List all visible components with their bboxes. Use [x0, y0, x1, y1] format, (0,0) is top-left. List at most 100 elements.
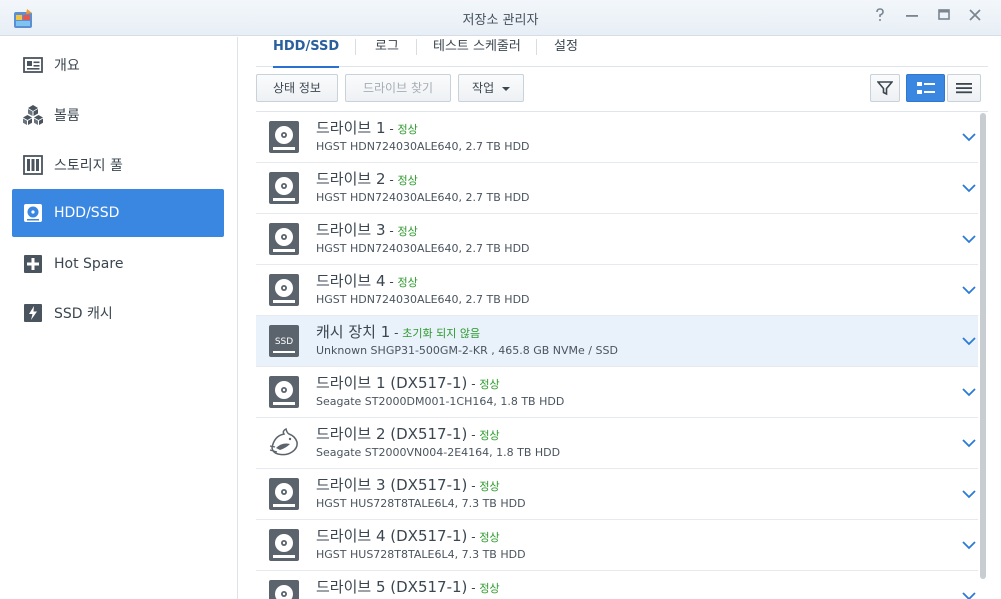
sidebar-item-ssd-cache[interactable]: SSD 캐시 — [12, 289, 224, 337]
chevron-down-icon[interactable] — [960, 587, 978, 599]
drive-status: 정상 — [397, 225, 418, 238]
name-status-separator: - — [467, 428, 480, 442]
drive-name-text: 캐시 장치 1 — [316, 323, 391, 341]
hdd-icon — [268, 120, 300, 154]
minimize-icon[interactable] — [901, 8, 923, 28]
detail-view-icon — [916, 82, 935, 94]
scrollbar[interactable] — [979, 111, 988, 599]
drive-name-text: 드라이브 1 — [316, 119, 386, 137]
tab-test-scheduler[interactable]: 테스트 스케줄러 — [433, 36, 521, 67]
drive-name-text: 드라이브 4 (DX517-1) — [316, 527, 468, 545]
drive-name: 캐시 장치 1 - 초기화 되지 않음 — [316, 321, 480, 342]
storage-pool-icon — [22, 154, 44, 176]
overview-icon — [22, 54, 44, 76]
chevron-down-icon[interactable] — [960, 281, 978, 299]
drive-name-text: 드라이브 4 — [316, 272, 386, 290]
title-bar: 저장소 관리자 — [0, 0, 1001, 36]
drive-name-text: 드라이브 3 — [316, 221, 386, 239]
sidebar-item-label: 스토리지 풀 — [54, 158, 123, 174]
drive-name: 드라이브 1 - 정상 — [316, 117, 418, 138]
filter-button[interactable] — [870, 74, 900, 102]
list-view-button[interactable] — [947, 74, 981, 102]
hdd-icon — [268, 579, 300, 599]
hdd-icon — [268, 375, 300, 409]
drive-name: 드라이브 1 (DX517-1) - 정상 — [316, 372, 500, 393]
drive-row[interactable]: 드라이브 5 (DX517-1) - 정상 — [256, 571, 978, 599]
drive-name-text: 드라이브 5 (DX517-1) — [316, 578, 468, 596]
chevron-down-icon[interactable] — [960, 434, 978, 452]
drive-name-text: 드라이브 2 (DX517-1) — [316, 425, 468, 443]
hdd-icon — [268, 273, 300, 307]
tab-bar: HDD/SSD 로그 테스트 스케줄러 설정 — [256, 36, 988, 68]
drive-name: 드라이브 4 (DX517-1) - 정상 — [316, 525, 500, 546]
sidebar-item-hot-spare[interactable]: Hot Spare — [12, 240, 224, 288]
question-mark-icon[interactable] — [869, 8, 891, 28]
window-title: 저장소 관리자 — [462, 13, 539, 28]
chevron-down-icon[interactable] — [960, 383, 978, 401]
ssd-cache-lightning-icon — [22, 302, 44, 324]
drive-row[interactable]: 드라이브 2 - 정상 HGST HDN724030ALE640, 2.7 TB … — [256, 163, 978, 214]
drive-row[interactable]: 드라이브 2 (DX517-1) - 정상 Seagate ST2000VN004… — [256, 418, 978, 469]
drive-description: Seagate ST2000VN004-2E4164, 1.8 TB HDD — [316, 446, 561, 459]
drive-status: 정상 — [479, 582, 500, 595]
hdd-icon — [268, 528, 300, 562]
find-drive-button[interactable]: 드라이브 찾기 — [345, 74, 451, 102]
name-status-separator: - — [467, 530, 480, 544]
sidebar-item-hdd-ssd[interactable]: HDD/SSD — [12, 189, 224, 237]
sidebar-item-label: Hot Spare — [54, 256, 124, 272]
drive-row[interactable]: 드라이브 3 - 정상 HGST HDN724030ALE640, 2.7 TB … — [256, 214, 978, 265]
drive-name-text: 드라이브 2 — [316, 170, 386, 188]
drive-description: HGST HDN724030ALE640, 2.7 TB HDD — [316, 293, 530, 306]
drive-name: 드라이브 2 - 정상 — [316, 168, 418, 189]
tab-divider — [355, 39, 356, 55]
sidebar-item-overview[interactable]: 개요 — [12, 41, 224, 89]
drive-name-text: 드라이브 3 (DX517-1) — [316, 476, 468, 494]
chevron-down-icon[interactable] — [960, 485, 978, 503]
status-info-button[interactable]: 상태 정보 — [256, 74, 338, 102]
tab-settings[interactable]: 설정 — [554, 36, 578, 67]
name-status-separator: - — [385, 173, 398, 187]
drive-description: HGST HUS728T8TALE6L4, 7.3 TB HDD — [316, 548, 526, 561]
detail-view-button[interactable] — [906, 74, 945, 102]
drive-name: 드라이브 5 (DX517-1) - 정상 — [316, 576, 500, 597]
name-status-separator: - — [467, 377, 480, 391]
maximize-icon[interactable] — [933, 8, 955, 28]
drive-status: 정상 — [397, 123, 418, 136]
drive-status: 정상 — [479, 480, 500, 493]
hdd-icon — [268, 477, 300, 511]
scroll-thumb[interactable] — [980, 113, 986, 579]
tab-hdd-ssd[interactable]: HDD/SSD — [273, 36, 340, 68]
tab-log[interactable]: 로그 — [375, 36, 399, 67]
hdd-icon — [22, 202, 44, 224]
ssd-icon: SSD — [268, 324, 300, 358]
drive-row[interactable]: 드라이브 3 (DX517-1) - 정상 HGST HUS728T8TALE6L… — [256, 469, 978, 520]
drive-status: 정상 — [479, 429, 500, 442]
drive-name: 드라이브 3 - 정상 — [316, 219, 418, 240]
drive-status: 정상 — [479, 531, 500, 544]
drive-row[interactable]: 드라이브 4 - 정상 HGST HDN724030ALE640, 2.7 TB … — [256, 265, 978, 316]
drive-row[interactable]: 드라이브 1 - 정상 HGST HDN724030ALE640, 2.7 TB … — [256, 112, 978, 163]
drive-description: Unknown SHGP31-500GM-2-KR , 465.8 GB NVM… — [316, 344, 618, 357]
chevron-down-icon[interactable] — [960, 230, 978, 248]
chevron-down-icon[interactable] — [960, 536, 978, 554]
chevron-down-icon[interactable] — [960, 179, 978, 197]
sidebar-item-label: 개요 — [54, 58, 80, 74]
sidebar: 개요 볼륨 스토리지 풀 HDD/SSD Hot Spare SSD 캐시 — [0, 37, 238, 599]
sidebar-item-label: 볼륨 — [54, 108, 80, 124]
name-status-separator: - — [467, 479, 480, 493]
drive-status: 정상 — [397, 276, 418, 289]
drive-row[interactable]: 드라이브 1 (DX517-1) - 정상 Seagate ST2000DM001… — [256, 367, 978, 418]
sidebar-item-storage-pool[interactable]: 스토리지 풀 — [12, 141, 224, 189]
close-icon[interactable] — [964, 8, 986, 28]
sidebar-item-volume[interactable]: 볼륨 — [12, 91, 224, 139]
action-dropdown-button[interactable]: 작업 — [458, 74, 524, 102]
chevron-down-icon[interactable] — [960, 332, 978, 350]
drive-description: HGST HDN724030ALE640, 2.7 TB HDD — [316, 242, 530, 255]
drive-row[interactable]: SSD 캐시 장치 1 - 초기화 되지 않음 Unknown SHGP31-500… — [256, 316, 978, 367]
drive-description: HGST HDN724030ALE640, 2.7 TB HDD — [316, 191, 530, 204]
svg-text:SSD: SSD — [275, 337, 293, 347]
chevron-down-icon[interactable] — [960, 128, 978, 146]
name-status-separator: - — [385, 275, 398, 289]
drive-row[interactable]: 드라이브 4 (DX517-1) - 정상 HGST HUS728T8TALE6L… — [256, 520, 978, 571]
drive-name: 드라이브 2 (DX517-1) - 정상 — [316, 423, 500, 444]
